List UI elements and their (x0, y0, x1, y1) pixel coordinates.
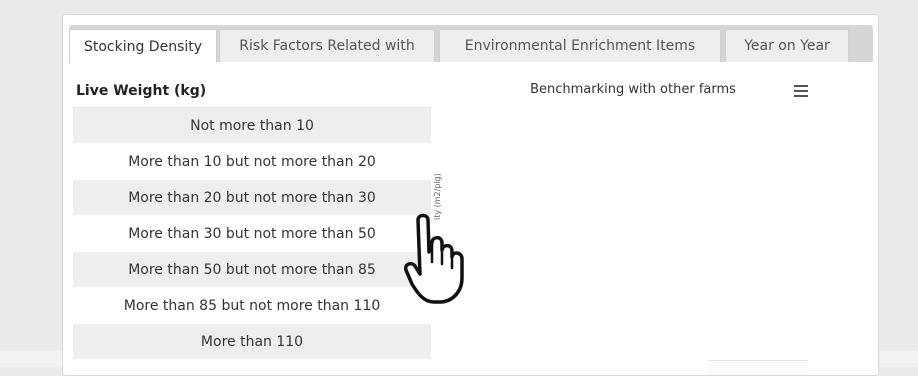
chart-button-partial[interactable] (708, 360, 808, 375)
table-row[interactable]: More than 10 but not more than 20 (73, 144, 431, 180)
table-row[interactable]: More than 30 but not more than 50 (73, 216, 431, 252)
tab-stocking-density[interactable]: Stocking Density (69, 29, 217, 63)
tab-bar: Stocking Density Risk Factors Related wi… (69, 25, 873, 63)
table-header: Live Weight (kg) (73, 75, 431, 108)
tab-year-on-year[interactable]: Year on Year (725, 29, 849, 62)
hand-pointer-icon (404, 213, 464, 304)
table-row[interactable]: More than 85 but not more than 110 (73, 288, 431, 324)
table-row[interactable]: Not more than 10 (73, 108, 431, 144)
hamburger-menu-icon[interactable] (794, 85, 808, 97)
table-row[interactable]: More than 50 but not more than 85 (73, 252, 431, 288)
tab-environmental-enrichment[interactable]: Environmental Enrichment Items (439, 29, 721, 62)
table-row[interactable]: More than 110 (73, 324, 431, 360)
tab-risk-factors[interactable]: Risk Factors Related with (219, 29, 435, 62)
chart-title: Benchmarking with other farms (530, 82, 736, 97)
main-panel: Stocking Density Risk Factors Related wi… (62, 14, 879, 376)
table-row[interactable]: More than 20 but not more than 30 (73, 180, 431, 216)
live-weight-table: Live Weight (kg) Not more than 10 More t… (73, 75, 431, 360)
